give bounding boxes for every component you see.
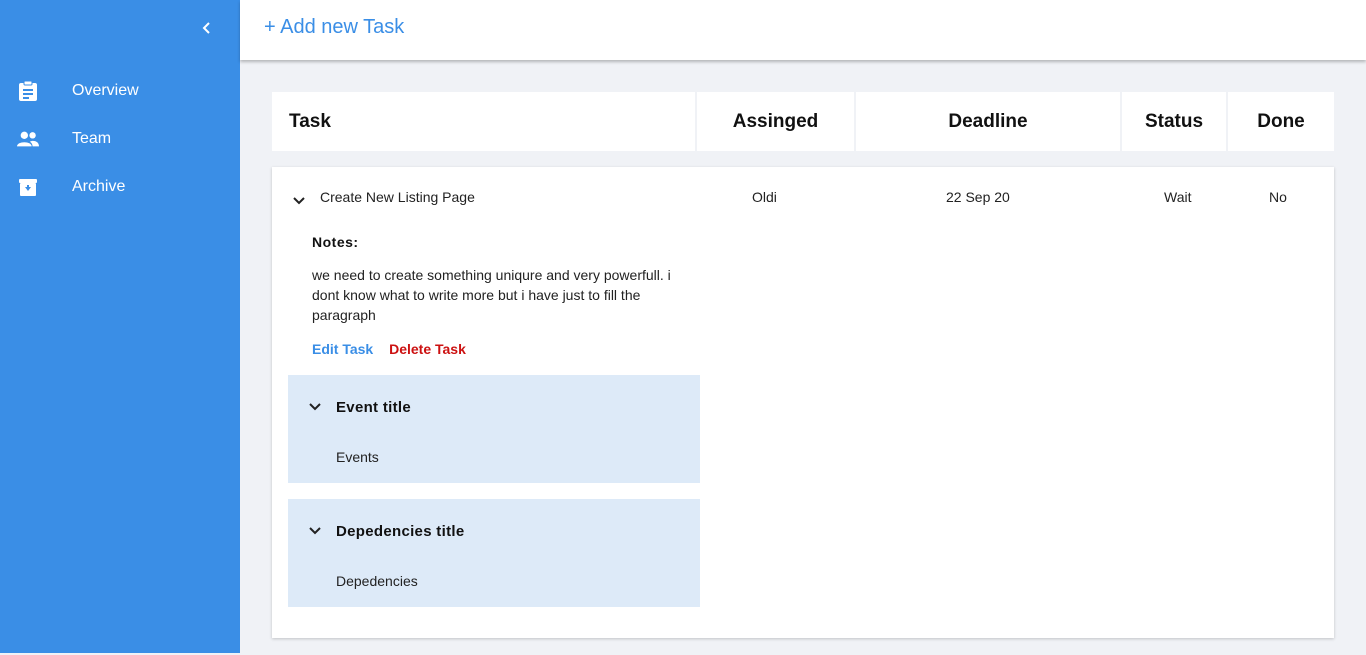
column-header-status: Status	[1122, 92, 1226, 151]
delete-task-link[interactable]: Delete Task	[389, 341, 466, 357]
task-actions: Edit Task Delete Task	[312, 341, 466, 357]
sidebar: Overview Team Archive	[0, 0, 240, 653]
dependencies-panel: Depedencies title Depedencies	[288, 499, 700, 607]
events-panel-title: Event title	[336, 398, 411, 416]
events-panel-header[interactable]: Event title	[308, 397, 411, 417]
notes-label: Notes:	[312, 234, 359, 250]
top-bar: + Add new Task	[240, 0, 1366, 60]
chevron-down-icon	[309, 527, 321, 535]
table-row: Create New Listing Page Oldi 22 Sep 20 W…	[272, 167, 1334, 638]
sidebar-item-label: Team	[72, 130, 112, 147]
edit-task-link[interactable]: Edit Task	[312, 341, 373, 357]
add-new-task-button[interactable]: + Add new Task	[264, 16, 404, 39]
task-deadline: 22 Sep 20	[946, 189, 1010, 205]
events-panel: Event title Events	[288, 375, 700, 483]
notes-text: we need to create something uniqure and …	[312, 267, 671, 323]
column-header-assigned: Assinged	[697, 92, 854, 151]
chevron-down-icon[interactable]	[292, 193, 306, 205]
archive-icon	[17, 176, 39, 198]
dependencies-panel-title: Depedencies title	[336, 522, 465, 540]
dependencies-panel-header[interactable]: Depedencies title	[308, 521, 464, 541]
sidebar-item-overview[interactable]: Overview	[0, 71, 240, 111]
column-header-deadline: Deadline	[856, 92, 1120, 151]
task-status: Wait	[1164, 189, 1192, 205]
task-assigned: Oldi	[752, 189, 777, 205]
people-icon	[17, 128, 39, 150]
chevron-left-icon	[202, 22, 210, 34]
events-panel-body: Events	[336, 449, 379, 465]
collapse-sidebar-button[interactable]	[196, 16, 218, 40]
task-name: Create New Listing Page	[320, 189, 475, 205]
sidebar-item-archive[interactable]: Archive	[0, 167, 240, 207]
column-header-done: Done	[1228, 92, 1334, 151]
dependencies-panel-body: Depedencies	[336, 573, 418, 589]
chevron-down-icon	[309, 403, 321, 411]
sidebar-item-team[interactable]: Team	[0, 119, 240, 159]
sidebar-item-label: Archive	[72, 178, 126, 195]
table-header: Task Assinged Deadline Status Done	[272, 92, 1334, 151]
column-header-task: Task	[272, 92, 695, 151]
clipboard-icon	[17, 80, 39, 102]
sidebar-item-label: Overview	[72, 82, 139, 99]
task-done: No	[1269, 189, 1287, 205]
